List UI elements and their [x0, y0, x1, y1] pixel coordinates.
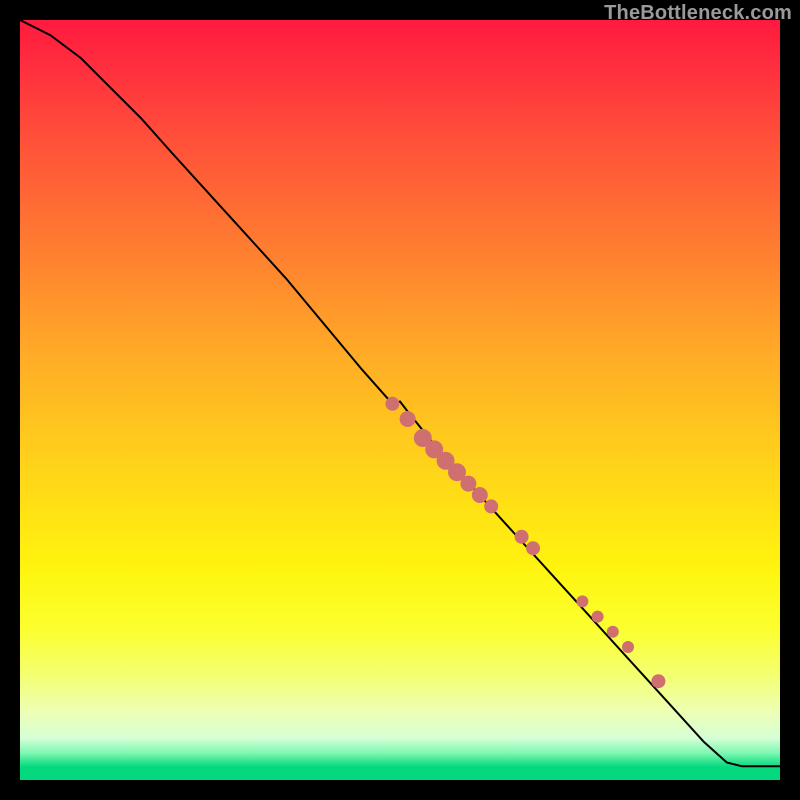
chart-stage: TheBottleneck.com — [0, 0, 800, 800]
curve-path — [20, 20, 780, 766]
data-point — [607, 626, 619, 638]
watermark-text: TheBottleneck.com — [604, 2, 792, 25]
data-point — [622, 641, 634, 653]
data-point — [385, 397, 399, 411]
data-point — [576, 595, 588, 607]
data-point — [526, 541, 540, 555]
data-point — [472, 487, 488, 503]
data-point — [400, 411, 416, 427]
data-point — [592, 611, 604, 623]
chart-plot-area — [20, 20, 780, 780]
bottleneck-curve — [20, 20, 780, 766]
chart-overlay-svg — [20, 20, 780, 780]
data-point — [515, 530, 529, 544]
data-point — [651, 674, 665, 688]
data-point — [460, 476, 476, 492]
data-point — [484, 499, 498, 513]
data-points — [385, 397, 665, 688]
